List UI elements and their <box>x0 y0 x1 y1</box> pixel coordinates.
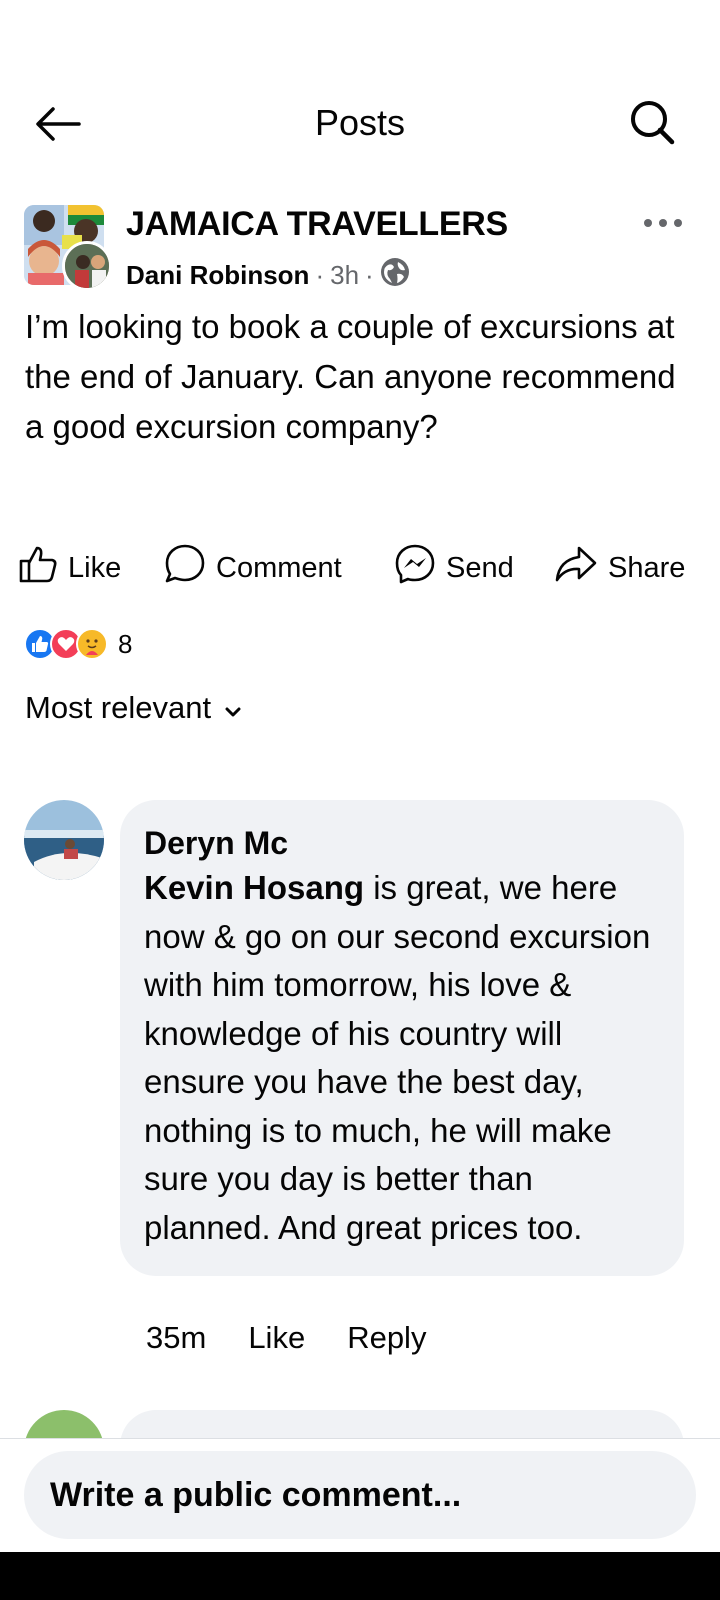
more-dots-icon <box>643 215 683 233</box>
system-navigation-bar <box>0 1552 720 1600</box>
post-actions: Like Comment Send Share <box>18 538 708 598</box>
commenter-name[interactable]: Deryn Mc <box>144 822 658 864</box>
reaction-count: 8 <box>118 628 133 659</box>
post-meta: Dani Robinson · 3h · <box>126 257 410 294</box>
share-label: Share <box>608 551 686 584</box>
comment-text: Kevin Hosang is great, we here now & go … <box>144 864 658 1252</box>
meta-separator: · <box>315 260 325 290</box>
comment-composer-bar: Write a public comment... <box>0 1438 720 1550</box>
globe-icon <box>380 257 410 294</box>
comment-meta: 35m Like Reply <box>146 1320 426 1356</box>
share-button[interactable]: Share <box>554 538 685 598</box>
sort-label: Most relevant <box>25 690 212 725</box>
page-title: Posts <box>314 102 406 143</box>
post-header: JAMAICA TRAVELLERS Dani Robinson · 3h · <box>24 205 704 295</box>
comment-bubble-icon <box>164 543 206 593</box>
post-time[interactable]: 3h <box>330 260 359 291</box>
more-options-button[interactable] <box>638 209 688 239</box>
comment-bubble[interactable]: Deryn Mc Kevin Hosang is great, we here … <box>120 800 684 1276</box>
share-arrow-icon <box>554 544 598 592</box>
comment-body: is great, we here now & go on our second… <box>144 869 651 1246</box>
comment-sort-dropdown[interactable]: Most relevant <box>25 690 241 726</box>
commenter-avatar[interactable] <box>24 800 104 880</box>
send-label: Send <box>446 551 514 584</box>
mention-link[interactable]: Kevin Hosang <box>144 869 364 906</box>
top-bar: Posts <box>0 70 720 180</box>
send-button[interactable]: Send <box>394 538 514 598</box>
search-button[interactable] <box>624 96 680 152</box>
care-reaction-icon <box>76 628 108 660</box>
thumbs-up-icon <box>18 544 58 592</box>
comment-reply-button[interactable]: Reply <box>347 1320 426 1356</box>
search-icon <box>628 98 676 151</box>
author-avatar[interactable] <box>62 241 112 291</box>
group-name[interactable]: JAMAICA TRAVELLERS <box>126 205 508 244</box>
meta-separator: · <box>365 260 374 290</box>
comment-label: Comment <box>216 551 342 584</box>
comment-button[interactable]: Comment <box>164 538 342 598</box>
like-label: Like <box>68 551 122 584</box>
author-name[interactable]: Dani Robinson <box>126 260 309 291</box>
messenger-icon <box>394 543 436 593</box>
post-body: I’m looking to book a couple of excursio… <box>25 308 676 445</box>
comment-like-button[interactable]: Like <box>248 1320 305 1356</box>
comment-time[interactable]: 35m <box>146 1320 206 1356</box>
chevron-down-icon <box>225 690 241 726</box>
like-button[interactable]: Like <box>18 538 121 598</box>
reactions-summary[interactable]: 8 <box>24 624 132 664</box>
group-avatar[interactable] <box>24 205 112 291</box>
comment-input[interactable]: Write a public comment... <box>24 1451 696 1539</box>
